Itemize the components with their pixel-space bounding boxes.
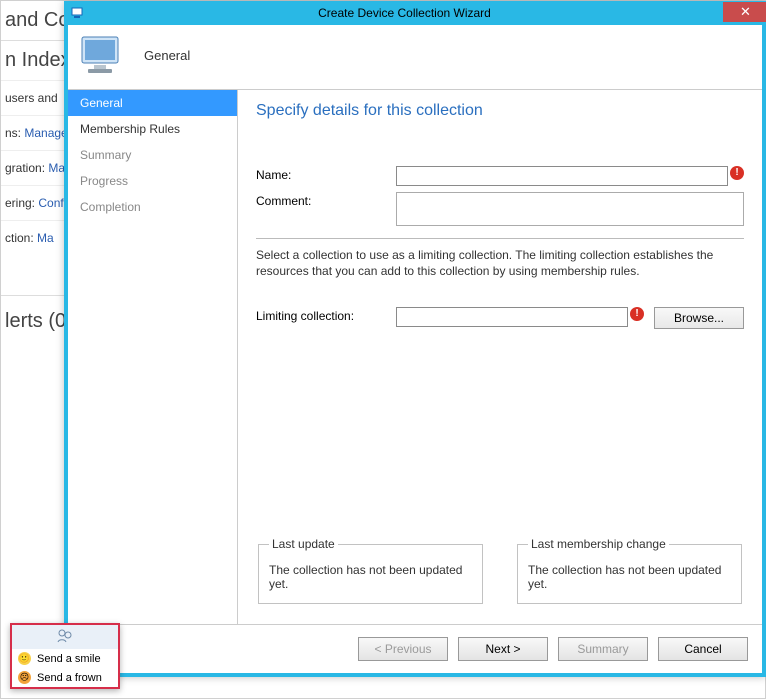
wizard-body: General Membership Rules Summary Progres… bbox=[68, 90, 762, 624]
send-smile-label: Send a smile bbox=[37, 653, 101, 665]
wizard-main: Specify details for this collection Name… bbox=[238, 90, 762, 624]
titlebar: Create Device Collection Wizard ✕ bbox=[64, 1, 766, 25]
monitor-icon bbox=[78, 33, 126, 77]
last-update-group: Last update The collection has not been … bbox=[258, 537, 483, 604]
feedback-launcher[interactable] bbox=[12, 625, 118, 649]
comment-label: Comment: bbox=[256, 192, 396, 208]
sidebar-item-general[interactable]: General bbox=[68, 90, 237, 116]
last-membership-legend: Last membership change bbox=[528, 537, 669, 551]
name-input[interactable] bbox=[396, 166, 728, 186]
app-icon bbox=[70, 5, 86, 21]
limiting-label: Limiting collection: bbox=[256, 307, 396, 323]
last-membership-group: Last membership change The collection ha… bbox=[517, 537, 742, 604]
frown-icon: ☹ bbox=[18, 671, 31, 684]
close-icon: ✕ bbox=[740, 4, 751, 20]
wizard-dialog: Create Device Collection Wizard ✕ Genera… bbox=[64, 1, 766, 677]
sidebar-item-progress[interactable]: Progress bbox=[68, 168, 237, 194]
cancel-button[interactable]: Cancel bbox=[658, 637, 748, 661]
name-label: Name: bbox=[256, 166, 396, 182]
page-title: Specify details for this collection bbox=[256, 102, 744, 120]
smile-icon: 🙂 bbox=[18, 652, 31, 665]
sidebar-item-membership-rules[interactable]: Membership Rules bbox=[68, 116, 237, 142]
button-bar: < Previous Next > Summary Cancel bbox=[68, 624, 762, 673]
browse-button[interactable]: Browse... bbox=[654, 307, 744, 329]
header-step-label: General bbox=[144, 48, 190, 63]
instruction-text: Select a collection to use as a limiting… bbox=[256, 247, 744, 279]
people-icon bbox=[56, 628, 74, 647]
send-frown-label: Send a frown bbox=[37, 672, 102, 684]
row-name: Name: ! bbox=[256, 166, 744, 186]
error-icon: ! bbox=[730, 166, 744, 180]
limiting-input[interactable] bbox=[396, 307, 628, 327]
row-limiting: Limiting collection: ! Browse... bbox=[256, 307, 744, 329]
send-smile[interactable]: 🙂 Send a smile bbox=[12, 649, 118, 668]
previous-button[interactable]: < Previous bbox=[358, 637, 448, 661]
sidebar-item-summary[interactable]: Summary bbox=[68, 142, 237, 168]
feedback-popup: 🙂 Send a smile ☹ Send a frown bbox=[10, 623, 120, 689]
send-frown[interactable]: ☹ Send a frown bbox=[12, 668, 118, 687]
dialog-title: Create Device Collection Wizard bbox=[86, 6, 723, 20]
close-button[interactable]: ✕ bbox=[723, 2, 766, 22]
summary-button[interactable]: Summary bbox=[558, 637, 648, 661]
error-icon: ! bbox=[630, 307, 644, 321]
last-membership-value: The collection has not been updated yet. bbox=[528, 559, 731, 591]
separator bbox=[256, 238, 744, 239]
row-comment: Comment: bbox=[256, 192, 744, 226]
comment-input[interactable] bbox=[396, 192, 744, 226]
next-button[interactable]: Next > bbox=[458, 637, 548, 661]
status-groups: Last update The collection has not been … bbox=[256, 537, 744, 604]
wizard-header: General bbox=[68, 25, 762, 90]
wizard-sidebar: General Membership Rules Summary Progres… bbox=[68, 90, 238, 624]
last-update-value: The collection has not been updated yet. bbox=[269, 559, 472, 591]
last-update-legend: Last update bbox=[269, 537, 338, 551]
sidebar-item-completion[interactable]: Completion bbox=[68, 194, 237, 220]
